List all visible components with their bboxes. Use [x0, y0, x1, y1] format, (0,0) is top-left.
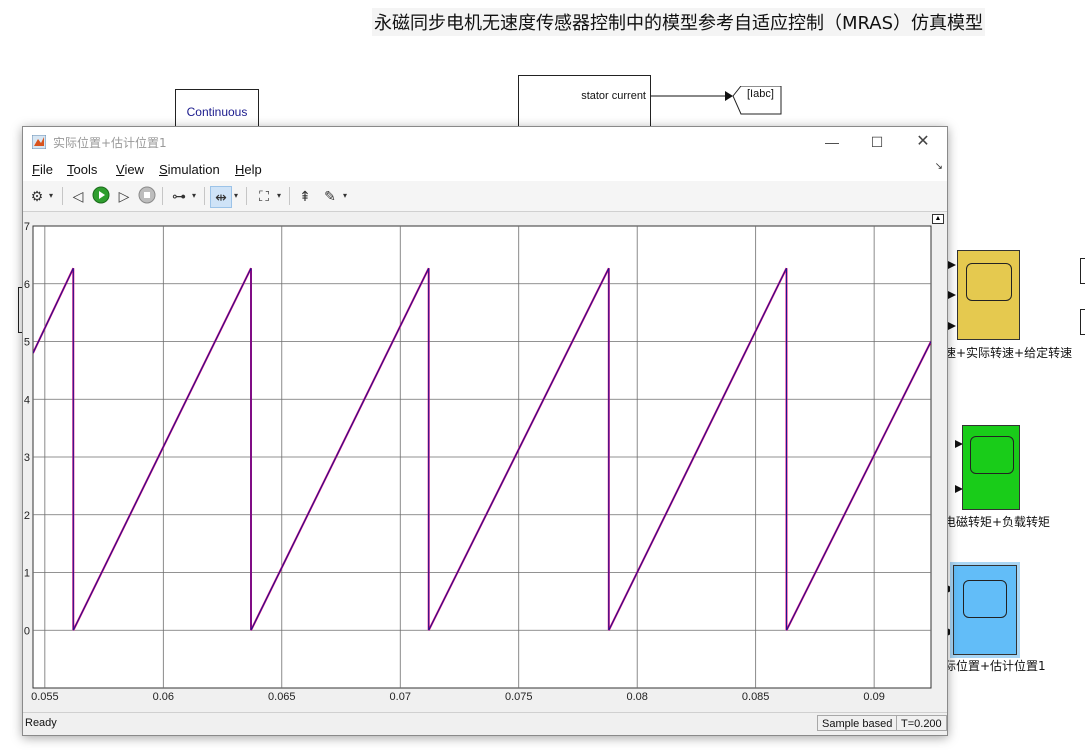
- powergui-label: Continuous: [186, 105, 248, 119]
- menu-bar: File Tools View Simulation Help ↘: [23, 157, 947, 181]
- model-title: 永磁同步电机无速度传感器控制中的模型参考自适应控制（MRAS）仿真模型: [372, 8, 986, 36]
- scope-block-speed[interactable]: [957, 250, 1020, 340]
- stator-current-block[interactable]: stator current: [518, 75, 651, 130]
- inport-arrow: [948, 322, 956, 330]
- chevron-down-icon[interactable]: ▾: [343, 186, 351, 206]
- close-button[interactable]: ✕: [908, 130, 938, 154]
- toolbar-separator: [62, 187, 63, 205]
- scope-screen-icon: [966, 263, 1012, 301]
- inport-arrow: [948, 291, 956, 299]
- x-tick-label: 0.06: [153, 691, 174, 703]
- menu-help[interactable]: Help: [235, 162, 262, 177]
- menu-tools[interactable]: Tools: [67, 162, 97, 177]
- x-tick-label: 0.055: [31, 691, 59, 703]
- status-sample-mode: Sample based: [817, 715, 898, 731]
- step-back-icon[interactable]: ◁: [68, 186, 88, 206]
- stop-icon[interactable]: [137, 186, 157, 206]
- goto-block[interactable]: [Iabc]: [733, 76, 782, 114]
- scope-label-torque: 电磁转矩+负载转矩: [944, 515, 1051, 529]
- y-tick-label: 0: [24, 625, 30, 637]
- menu-file[interactable]: File: [32, 162, 53, 177]
- toolbar-separator: [246, 187, 247, 205]
- scope-window[interactable]: 实际位置+估计位置1 — ☐ ✕ File Tools View Simulat…: [22, 126, 948, 736]
- y-tick-label: 3: [24, 452, 30, 464]
- step-forward-icon[interactable]: ▷: [114, 186, 134, 206]
- zoom-icon[interactable]: ⇹: [210, 186, 232, 208]
- menu-view[interactable]: View: [116, 162, 144, 177]
- goto-tag: [Iabc]: [747, 88, 774, 100]
- toolbar-separator: [162, 187, 163, 205]
- x-tick-label: 0.09: [863, 691, 884, 703]
- partial-block[interactable]: [1080, 258, 1085, 284]
- scope-block-torque[interactable]: [962, 425, 1020, 510]
- cursor-measure-icon[interactable]: ⇞: [295, 186, 315, 206]
- toolbar-separator: [289, 187, 290, 205]
- y-tick-label: 2: [24, 510, 30, 522]
- x-tick-label: 0.085: [742, 691, 770, 703]
- x-tick-label: 0.08: [626, 691, 647, 703]
- window-titlebar[interactable]: 实际位置+估计位置1 — ☐ ✕: [23, 127, 947, 157]
- inport-arrow: [948, 261, 956, 269]
- chevron-down-icon[interactable]: ▾: [277, 186, 285, 206]
- y-tick-label: 6: [24, 279, 30, 291]
- dock-icon[interactable]: ↘: [935, 161, 943, 172]
- status-bar: Ready Sample based T=0.200: [23, 712, 947, 735]
- minimize-button[interactable]: —: [817, 130, 847, 154]
- scope-label-speed: 速+实际转速+给定转速: [944, 346, 1073, 360]
- highlight-icon[interactable]: ⊶: [169, 186, 189, 206]
- window-title: 实际位置+估计位置1: [53, 136, 167, 150]
- scope-block-position[interactable]: [950, 562, 1020, 658]
- chevron-down-icon[interactable]: ▾: [192, 186, 200, 206]
- matlab-icon: [32, 135, 46, 149]
- chevron-down-icon[interactable]: ▾: [234, 186, 242, 206]
- partial-block[interactable]: [1080, 309, 1085, 335]
- status-sim-time: T=0.200: [896, 715, 947, 731]
- run-icon[interactable]: [91, 186, 111, 206]
- style-icon[interactable]: ✎: [320, 186, 340, 206]
- scope-screen-icon: [970, 436, 1014, 474]
- menu-simulation[interactable]: Simulation: [159, 162, 220, 177]
- y-tick-label: 5: [24, 337, 30, 349]
- toolbar: ⚙ ▾ ◁ ▷ ⊶ ▾ ⇹ ▾ ⛶ ▾ ⇞ ✎ ▾: [23, 181, 947, 212]
- x-tick-label: 0.07: [390, 691, 411, 703]
- y-tick-label: 7: [24, 221, 30, 233]
- chevron-down-icon[interactable]: ▾: [49, 186, 57, 206]
- y-tick-label: 1: [24, 568, 30, 580]
- stator-current-label: stator current: [581, 90, 646, 102]
- expand-icon[interactable]: ▲: [932, 214, 944, 224]
- toolbar-separator: [204, 187, 205, 205]
- scope-screen-icon: [963, 580, 1007, 618]
- x-tick-label: 0.075: [505, 691, 533, 703]
- status-ready: Ready: [25, 717, 57, 729]
- x-tick-label: 0.065: [268, 691, 296, 703]
- y-tick-label: 4: [24, 394, 30, 406]
- plot-area[interactable]: ▲ 0.055 0.06 0.065 0.07 0.075 0.08 0.085 0.09 0 1…: [23, 212, 947, 712]
- fit-to-view-icon[interactable]: ⛶: [254, 186, 274, 206]
- scope-label-position: 际位置+估计位置1: [944, 659, 1046, 673]
- settings-icon[interactable]: ⚙: [27, 186, 47, 206]
- scope-plot[interactable]: 0.055 0.06 0.065 0.07 0.075 0.08 0.085 0.09 0 1 2 3…: [23, 212, 945, 712]
- maximize-button[interactable]: ☐: [862, 130, 892, 154]
